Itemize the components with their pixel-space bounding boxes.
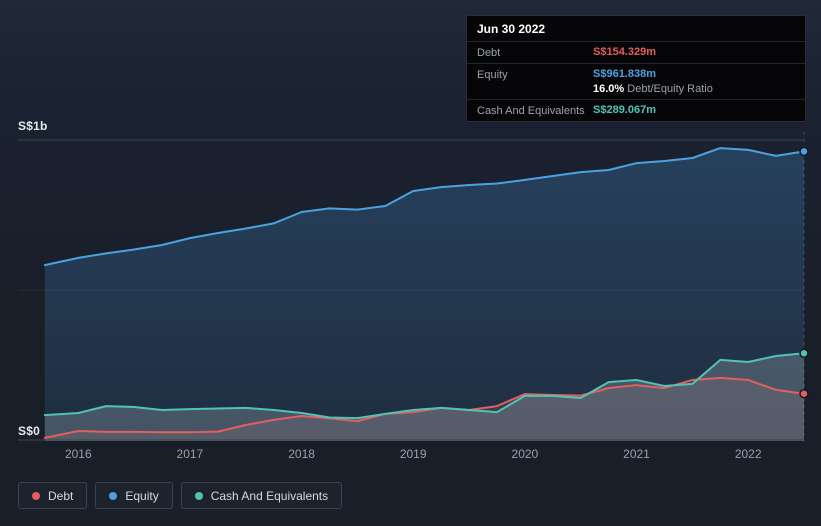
legend-equity-label: Equity [125, 488, 159, 503]
x-axis-tick-2017: 2017 [176, 447, 204, 461]
legend: Debt Equity Cash And Equivalents [18, 482, 343, 509]
tooltip-equity-value: S$961.838m [593, 68, 656, 80]
series-areas [44, 148, 805, 441]
legend-item-equity[interactable]: Equity [95, 482, 173, 509]
tooltip-debt-value: S$154.329m [593, 46, 656, 58]
tooltip-row-debt: Debt S$154.329m [467, 42, 805, 63]
x-axis-tick-2016: 2016 [64, 447, 92, 461]
equity-endpoint-dot [799, 146, 809, 157]
cash-and-equivalents-endpoint-dot [799, 348, 809, 359]
tooltip-ratio-value: 16.0% [593, 83, 625, 95]
tooltip: Jun 30 2022 Debt S$154.329m Equity S$961… [466, 15, 806, 122]
x-axis-tick-2018: 2018 [288, 447, 315, 461]
x-axis-tick-2022: 2022 [734, 447, 762, 461]
debt-series-dot-icon [32, 491, 40, 500]
debt-endpoint-dot [799, 388, 809, 399]
tooltip-date: Jun 30 2022 [467, 16, 805, 42]
tooltip-equity-label: Equity [477, 69, 508, 81]
legend-item-cash[interactable]: Cash And Equivalents [180, 482, 343, 509]
tooltip-row-equity: Equity S$961.838m 16.0% Debt/Equity Rati… [467, 63, 805, 99]
x-axis-tick-2021: 2021 [623, 447, 650, 461]
cash-series-dot-icon [194, 491, 203, 500]
legend-cash-label: Cash And Equivalents [210, 488, 329, 503]
legend-item-debt[interactable]: Debt [18, 482, 88, 509]
legend-debt-label: Debt [48, 488, 74, 503]
tooltip-debt-label: Debt [477, 47, 501, 59]
tooltip-ratio-label: Debt/Equity Ratio [627, 83, 713, 95]
tooltip-cash-label: Cash And Equivalents [477, 105, 585, 117]
y-axis-label-bottom: S$0 [18, 424, 40, 438]
y-axis-label-top: S$1b [18, 119, 48, 133]
equity-series-dot-icon [109, 491, 118, 500]
tooltip-debt-equity-ratio: 16.0% Debt/Equity Ratio [593, 83, 713, 95]
x-axis-tick-2020: 2020 [511, 447, 539, 461]
x-axis-tick-2019: 2019 [399, 447, 427, 461]
tooltip-cash-value: S$289.067m [593, 104, 656, 116]
tooltip-row-cash: Cash And Equivalents S$289.067m [467, 99, 805, 121]
debt-equity-history-chart: S$1b S$0 2016 2017 2018 2019 2020 2021 2022 Ju… [0, 0, 821, 526]
